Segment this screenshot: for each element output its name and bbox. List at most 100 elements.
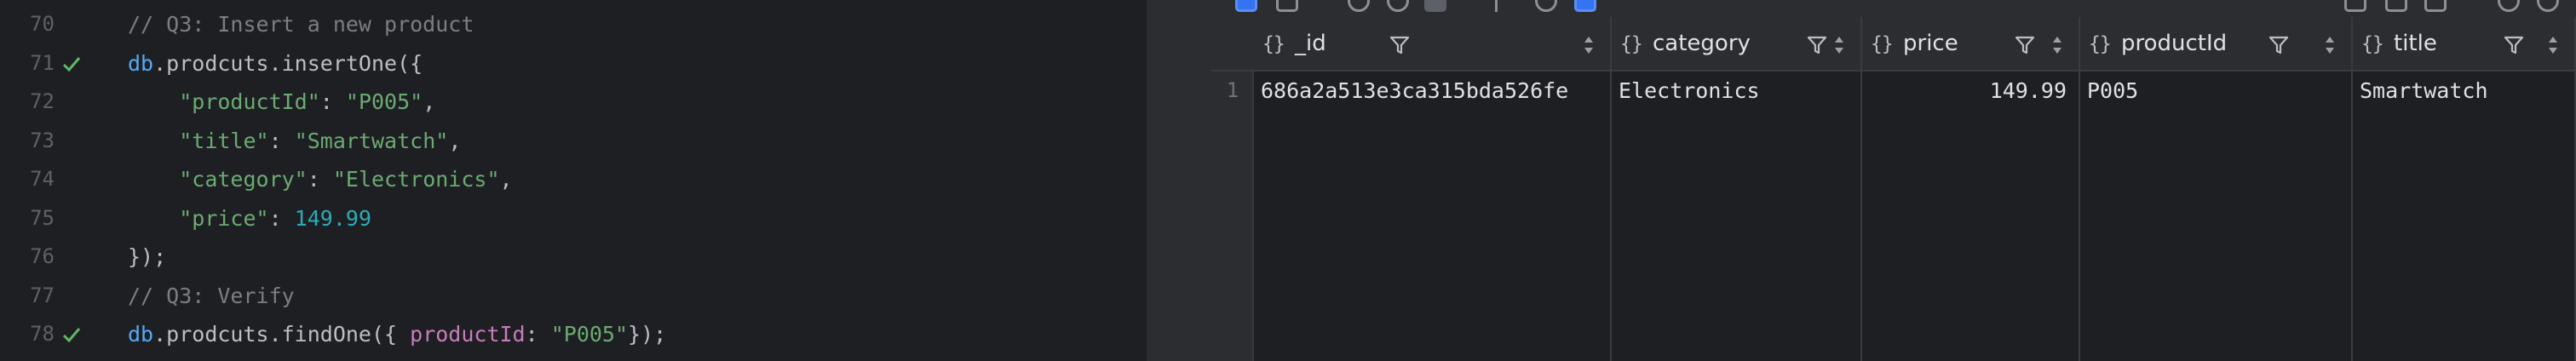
column-divider xyxy=(2351,72,2353,361)
column-header-title[interactable]: {} title xyxy=(2353,17,2576,72)
sort-icon[interactable] xyxy=(1833,34,1845,56)
table-cell[interactable]: 149.99 xyxy=(1862,78,2067,103)
code-token: : xyxy=(307,167,333,192)
line-number: 78 xyxy=(30,322,55,346)
column-divider xyxy=(1860,72,1862,361)
column-header-label: category xyxy=(1653,31,1751,56)
code-line[interactable]: 73 "title": "Smartwatch", xyxy=(0,122,1147,160)
line-number: 75 xyxy=(30,205,55,230)
code-token: productId xyxy=(410,322,526,347)
check-icon xyxy=(61,324,82,345)
column-divider xyxy=(2079,72,2080,361)
code-token: "P005" xyxy=(345,89,423,114)
code-token: : xyxy=(268,205,295,231)
table-cell[interactable]: 686a2a513e3ca315bda526fe xyxy=(1261,78,1568,103)
check-icon xyxy=(61,54,82,74)
code-token: // Q3: Insert a new product xyxy=(128,12,474,37)
settings-icon[interactable] xyxy=(2498,0,2520,12)
code-line[interactable]: 77 // Q3: Verify xyxy=(0,277,1147,315)
column-header-label: price xyxy=(1903,31,1958,56)
code-token: }); xyxy=(128,244,167,269)
code-line[interactable]: 78 db.prodcuts.findOne({ productId: "P005… xyxy=(0,315,1147,353)
row-number-gutter: 1 xyxy=(1211,72,1254,361)
code-line[interactable]: 75 "price": 149.99 xyxy=(0,199,1147,238)
code-text: db.prodcuts.findOne({ productId: "P005"}… xyxy=(128,315,666,353)
search-icon[interactable] xyxy=(1535,0,1557,12)
code-line[interactable]: 76}); xyxy=(0,238,1147,276)
code-token: // Q3: Verify xyxy=(128,283,295,308)
column-header-label: title xyxy=(2394,31,2437,56)
line-number: 76 xyxy=(30,244,55,268)
code-token: .prodcuts.findOne({ xyxy=(153,322,411,347)
sort-icon[interactable] xyxy=(2547,34,2559,56)
code-editor[interactable]: 70 // Q3: Insert a new product 71 db.prodcu… xyxy=(0,0,1147,361)
history-icon[interactable] xyxy=(1387,0,1409,12)
object-type-icon: {} xyxy=(1262,33,1285,55)
code-token: : xyxy=(525,322,551,347)
filter-icon[interactable] xyxy=(2268,34,2290,56)
gear-icon[interactable] xyxy=(2537,0,2559,12)
pane-splitter[interactable] xyxy=(1147,0,1211,361)
code-line[interactable]: 71 db.prodcuts.insertOne({ xyxy=(0,44,1147,83)
results-grid: {} _id {} category {} price {} productId {} title… xyxy=(1211,0,2576,361)
column-header-category[interactable]: {} category xyxy=(1612,17,1862,72)
code-token: , xyxy=(499,167,513,192)
stop-icon[interactable] xyxy=(1424,0,1446,12)
filter-icon[interactable] xyxy=(1389,34,1411,56)
object-type-icon: {} xyxy=(2361,33,2384,55)
code-text: "title": "Smartwatch", xyxy=(128,122,461,160)
sort-icon[interactable] xyxy=(1583,34,1595,56)
code-token: : xyxy=(268,128,295,153)
code-token: "category" xyxy=(179,167,308,192)
code-token: "title" xyxy=(179,128,269,153)
line-number: 71 xyxy=(30,50,55,75)
code-text: // Q3: Insert a new product xyxy=(128,5,474,43)
code-token: "price" xyxy=(179,205,269,231)
column-header-label: productId xyxy=(2121,31,2228,56)
code-line[interactable]: 72 "productId": "P005", xyxy=(0,83,1147,121)
object-type-icon: {} xyxy=(2089,33,2112,55)
code-text: // Q3: Verify xyxy=(128,277,295,315)
column-divider xyxy=(1610,72,1612,361)
code-line[interactable]: 74 "category": "Electronics", xyxy=(0,160,1147,198)
code-token: "P005" xyxy=(550,322,629,347)
sort-icon[interactable] xyxy=(2051,34,2063,56)
code-line[interactable]: 70 // Q3: Insert a new product xyxy=(0,5,1147,43)
code-token: , xyxy=(423,89,436,114)
filter-icon[interactable] xyxy=(2503,34,2525,56)
code-text: "productId": "P005", xyxy=(128,83,435,121)
filter-icon[interactable] xyxy=(1806,34,1828,56)
code-text: db.prodcuts.insertOne({ xyxy=(128,44,423,83)
code-token: 149.99 xyxy=(294,205,371,231)
sort-icon[interactable] xyxy=(2324,34,2336,56)
line-number: 74 xyxy=(30,167,55,191)
code-token: "productId" xyxy=(179,89,320,114)
copy-icon[interactable] xyxy=(2385,0,2407,12)
table-cell[interactable]: Electronics xyxy=(1619,78,1760,103)
filter-icon[interactable] xyxy=(2014,34,2036,56)
row-number: 1 xyxy=(1226,78,1239,102)
export-icon[interactable] xyxy=(2344,0,2366,12)
line-number: 77 xyxy=(30,283,55,307)
reload-icon[interactable] xyxy=(1348,0,1370,12)
column-header-label: _id xyxy=(1295,31,1326,56)
add-row-icon[interactable] xyxy=(1492,0,1498,12)
table-cell[interactable]: Smartwatch xyxy=(2360,78,2488,103)
arrow-icon[interactable] xyxy=(2424,0,2447,12)
column-header-id[interactable]: {} _id xyxy=(1254,17,1612,72)
code-token: }); xyxy=(628,322,667,347)
column-header-productId[interactable]: {} productId xyxy=(2080,17,2353,72)
text-view-icon[interactable] xyxy=(1276,0,1298,12)
grid-view-icon[interactable] xyxy=(1235,0,1257,12)
results-toolbar xyxy=(1211,0,2576,17)
code-text: "price": 149.99 xyxy=(128,199,371,238)
column-header-price[interactable]: {} price xyxy=(1862,17,2080,72)
object-type-icon: {} xyxy=(1620,33,1643,55)
filter-toggle-icon[interactable] xyxy=(1574,0,1596,12)
table-cell[interactable]: P005 xyxy=(2087,78,2138,103)
line-number: 73 xyxy=(30,128,55,152)
line-number: 70 xyxy=(30,12,55,36)
